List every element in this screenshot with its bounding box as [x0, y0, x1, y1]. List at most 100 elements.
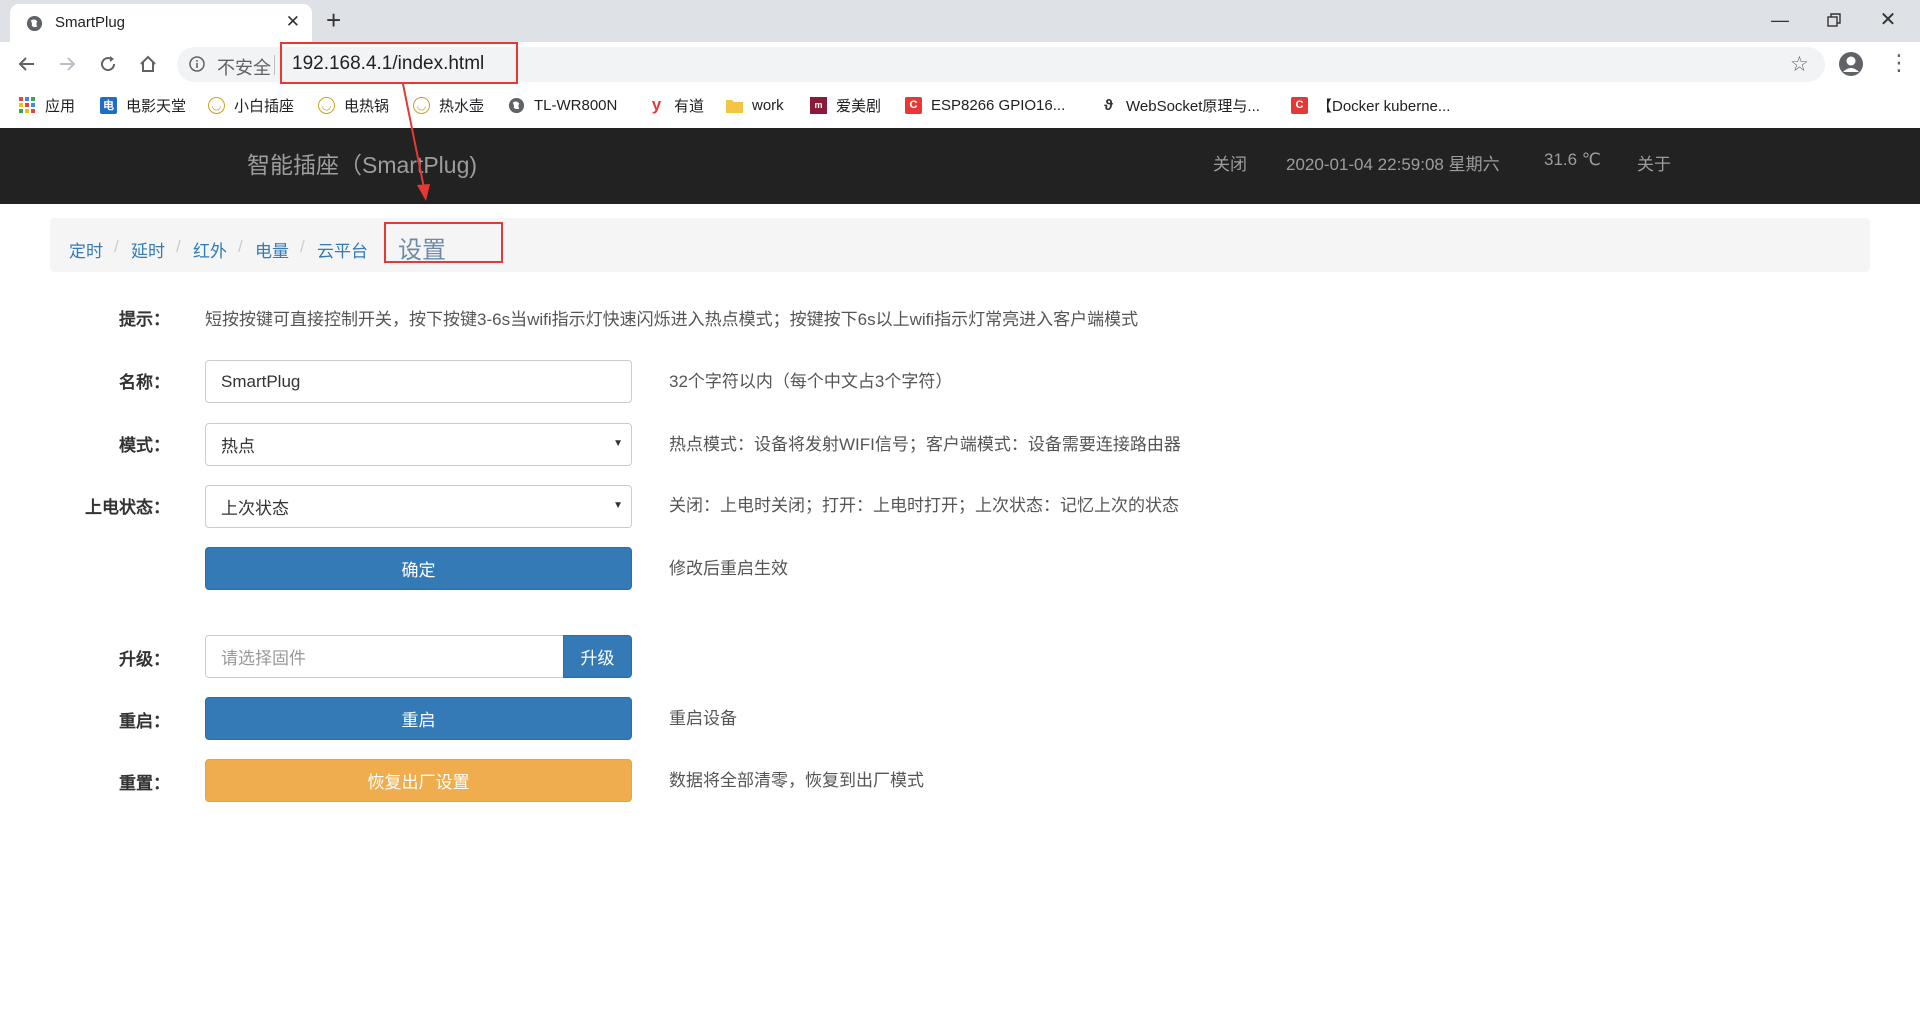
browser-menu-icon[interactable]: ⋮	[1888, 50, 1910, 76]
site-icon: m	[810, 96, 827, 114]
home-icon[interactable]	[134, 50, 162, 78]
power-state-label: 上电状态：	[85, 498, 170, 517]
power-state-value: 上次状态	[221, 499, 289, 518]
confirm-help: 修改后重启生效	[669, 559, 788, 578]
tab-cloud[interactable]: 云平台	[317, 237, 368, 262]
bookmark-item[interactable]: C 【Docker kuberne...	[1291, 94, 1450, 116]
bookmark-label: ESP8266 GPIO16...	[931, 96, 1066, 114]
bookmark-item[interactable]: work	[726, 94, 784, 116]
plug-smile-icon: ◡	[413, 96, 430, 114]
reset-label: 重置：	[119, 774, 170, 793]
upgrade-button[interactable]: 升级	[563, 635, 632, 678]
breadcrumb-separator: /	[114, 237, 119, 256]
csdn-icon: C	[1291, 96, 1308, 114]
breadcrumb-separator: /	[238, 237, 243, 256]
reload-icon[interactable]	[94, 50, 122, 78]
nav-close-link[interactable]: 关闭	[1213, 150, 1247, 175]
close-tab-icon[interactable]: ✕	[286, 12, 300, 32]
restore-window-icon[interactable]	[1820, 6, 1848, 34]
breadcrumb-separator: /	[176, 237, 181, 256]
bookmark-star-icon[interactable]: ☆	[1790, 52, 1809, 77]
bookmark-label: 爱美剧	[836, 97, 882, 115]
power-state-select[interactable]: 上次状态 ▼	[205, 485, 632, 528]
site-icon: ϑ	[1104, 96, 1113, 114]
movie-site-icon: 电	[100, 96, 117, 114]
reset-help: 数据将全部清零，恢复到出厂模式	[669, 771, 924, 790]
bookmark-label: work	[752, 96, 784, 114]
bookmark-item[interactable]: C ESP8266 GPIO16...	[905, 94, 1065, 116]
nav-datetime[interactable]: 2020-01-04 22:59:08 星期六	[1286, 150, 1500, 175]
bookmark-item[interactable]: y 有道	[648, 94, 704, 116]
upgrade-button-label: 升级	[580, 649, 615, 668]
reboot-button-label: 重启	[401, 711, 436, 730]
new-tab-icon[interactable]: +	[326, 5, 341, 36]
brand-title[interactable]: 智能插座（SmartPlug)	[247, 146, 477, 180]
bookmark-label: 应用	[45, 97, 76, 115]
chevron-down-icon: ▼	[613, 438, 623, 449]
confirm-button-label: 确定	[401, 561, 436, 580]
chevron-down-icon: ▼	[613, 500, 623, 511]
bookmark-item[interactable]: ◡ 热水壶	[413, 94, 484, 116]
name-input[interactable]: SmartPlug	[205, 360, 632, 403]
bookmark-label: TL-WR800N	[534, 96, 618, 114]
firmware-file-input[interactable]: 请选择固件	[205, 635, 564, 678]
power-state-help: 关闭：上电时关闭；打开：上电时打开；上次状态：记忆上次的状态	[669, 496, 1179, 515]
bookmark-label: 电影天堂	[126, 97, 187, 115]
mode-label: 模式：	[119, 436, 170, 455]
bookmark-item[interactable]: ◡ 电热锅	[318, 94, 389, 116]
info-icon[interactable]	[189, 56, 205, 72]
tab-power[interactable]: 电量	[255, 237, 289, 262]
name-value: SmartPlug	[221, 371, 301, 391]
confirm-button[interactable]: 确定	[205, 547, 632, 590]
hint-text: 短按按键可直接控制开关，按下按键3-6s当wifi指示灯快速闪烁进入热点模式；按…	[205, 310, 1139, 329]
url-annotation-box	[280, 42, 518, 84]
mode-help: 热点模式：设备将发射WIFI信号；客户端模式：设备需要连接路由器	[669, 435, 1181, 454]
hint-label: 提示：	[119, 310, 170, 329]
bookmark-label: 电热锅	[344, 97, 390, 115]
globe-icon	[508, 97, 525, 114]
insecure-label[interactable]: 不安全	[217, 54, 271, 80]
upgrade-label: 升级：	[119, 650, 170, 669]
reboot-label: 重启：	[119, 712, 170, 731]
apps-grid-icon	[19, 96, 36, 114]
minimize-window-icon[interactable]: —	[1766, 6, 1794, 34]
tab-title: SmartPlug	[55, 14, 126, 31]
name-label: 名称：	[119, 373, 170, 392]
bookmark-item[interactable]: 应用	[19, 94, 75, 116]
factory-reset-button-label: 恢复出厂设置	[367, 773, 470, 792]
bookmark-item[interactable]: ϑ WebSocket原理与...	[1100, 94, 1260, 116]
bookmark-item[interactable]: ◡ 小白插座	[208, 94, 294, 116]
nav-about-link[interactable]: 关于	[1637, 150, 1671, 175]
bookmark-label: 【Docker kuberne...	[1317, 97, 1451, 115]
url-divider	[274, 55, 275, 75]
bookmark-label: 小白插座	[234, 97, 295, 115]
breadcrumb-separator: /	[300, 237, 305, 256]
factory-reset-button[interactable]: 恢复出厂设置	[205, 759, 632, 802]
profile-icon[interactable]	[1838, 51, 1864, 77]
back-icon[interactable]	[13, 50, 41, 78]
nav-temperature[interactable]: 31.6 ℃	[1544, 150, 1601, 170]
name-help: 32个字符以内（每个中文占3个字符）	[669, 372, 953, 391]
browser-tab[interactable]: SmartPlug ✕	[10, 4, 312, 42]
bookmark-label: WebSocket原理与...	[1126, 97, 1260, 115]
mode-select[interactable]: 热点 ▼	[205, 423, 632, 466]
plug-smile-icon: ◡	[208, 96, 225, 114]
csdn-icon: C	[905, 96, 922, 114]
plug-smile-icon: ◡	[318, 96, 335, 114]
bookmark-item[interactable]: m 爱美剧	[810, 94, 881, 116]
reboot-button[interactable]: 重启	[205, 697, 632, 740]
globe-icon	[26, 15, 43, 32]
settings-annotation-box	[384, 222, 503, 263]
bookmark-item[interactable]: TL-WR800N	[508, 94, 617, 116]
mode-value: 热点	[221, 437, 255, 456]
tab-infrared[interactable]: 红外	[193, 237, 227, 262]
bookmark-label: 热水壶	[439, 97, 485, 115]
close-window-icon[interactable]: ✕	[1874, 6, 1902, 34]
forward-icon[interactable]	[53, 50, 81, 78]
tab-delay[interactable]: 延时	[131, 237, 165, 262]
folder-icon	[726, 97, 743, 114]
bookmark-label: 有道	[674, 97, 705, 115]
youdao-icon: y	[651, 95, 662, 114]
tab-timer[interactable]: 定时	[69, 237, 103, 262]
bookmark-item[interactable]: 电 电影天堂	[100, 94, 186, 116]
